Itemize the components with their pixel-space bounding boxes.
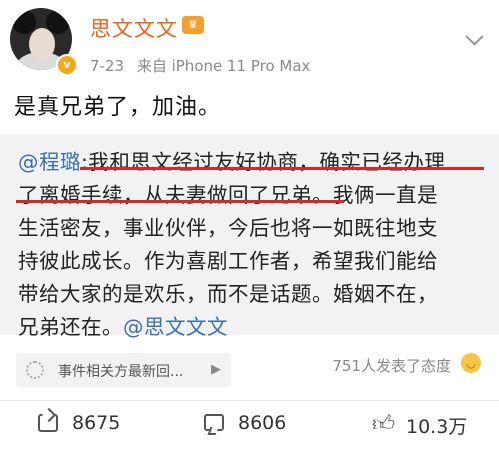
repost-count: 8675 [72,412,121,434]
divider [0,400,499,401]
repost-button[interactable]: 8675 [38,408,148,440]
highlight-underline [16,200,344,203]
member-crown-icon: ♛ [182,16,204,34]
post-text: 是真兄弟了，加油。 [14,95,222,120]
username[interactable]: 思文文文 [90,13,178,43]
repost-line-5: 带给大家的是欢乐，而不是话题。婚姻不在， [18,282,438,306]
repost-line-3: 生活密友，事业伙伴，今后也将一如既往地支 [18,216,438,240]
emoji-icon: ◡ [461,353,481,373]
comment-button[interactable]: 8606 [204,408,314,440]
thumbs-up-icon: 👍︎ [372,412,395,437]
comment-icon [204,414,224,431]
repost-icon [38,414,58,432]
post-meta: 7-23 来自 iPhone 11 Pro Max [90,55,318,76]
repost-line-4: 持彼此成长。作为喜剧工作者，希望我们能给 [18,249,438,273]
related-event-link[interactable]: 事件相关方最新回... ▶ [16,353,231,387]
comment-count: 8606 [238,412,287,434]
verified-badge-icon: v [56,54,78,76]
arrow-right-icon: ▶ [211,362,221,377]
like-button[interactable]: 👍︎ 10.3万 [372,408,492,440]
repost-line-6: 兄弟还在。@思文文文 [18,315,228,339]
related-event-label: 事件相关方最新回... [58,364,184,380]
mention-link[interactable]: @思文文文 [123,315,228,339]
loading-icon [26,361,44,379]
repost-line-2: 了离婚手续，从夫妻做回了兄弟。我俩一直是 [18,183,438,207]
post-date: 7-23 [90,57,125,75]
highlight-underline [80,167,484,170]
post-source: 来自 iPhone 11 Pro Max [136,57,311,75]
chevron-down-icon[interactable] [465,27,484,46]
mention-link[interactable]: @程璐 [18,150,81,174]
repost-line-1: @程璐:我和思文经过友好协商，确实已经办理 [18,150,446,174]
like-count: 10.3万 [406,416,468,438]
attitude-count[interactable]: 751人发表了态度 [332,355,451,376]
avatar-face [29,28,55,60]
repost-text: @程璐:我和思文经过友好协商，确实已经办理 了离婚手续，从夫妻做回了兄弟。我俩一… [18,146,488,344]
repost-block[interactable]: @程璐:我和思文经过友好协商，确实已经办理 了离婚手续，从夫妻做回了兄弟。我俩一… [0,134,499,339]
avatar-ear-left [12,10,36,34]
